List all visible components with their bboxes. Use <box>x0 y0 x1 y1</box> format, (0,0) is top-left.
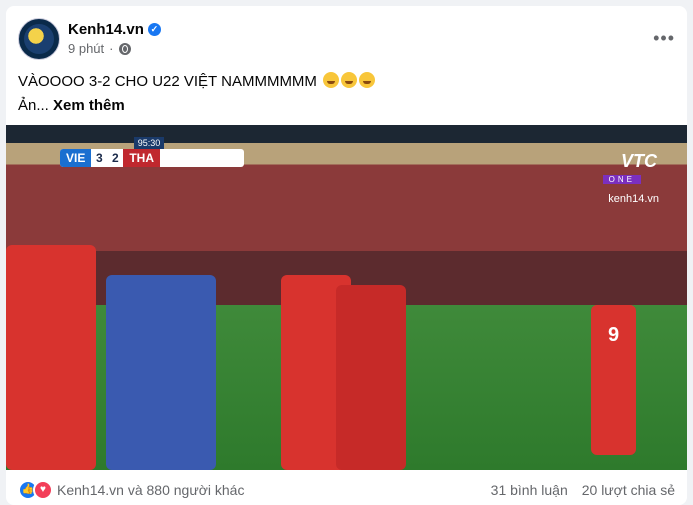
post-photo[interactable]: 95:30 VIE 3 2 THA VTC ONE kenh14.vn 9 <box>6 125 687 470</box>
verified-icon: ✓ <box>147 23 161 36</box>
emoji-icon <box>323 72 340 88</box>
post-message: VÀOOOO 3-2 CHO U22 VIỆT NAMMMMMM <box>18 73 317 90</box>
avatar-logo <box>24 24 54 54</box>
shares-count[interactable]: 20 lượt chia sẻ <box>582 482 675 498</box>
globe-icon <box>118 42 131 55</box>
reactions[interactable]: 👍 ♥ Kenh14.vn và 880 người khác <box>18 480 244 500</box>
away-score: 2 <box>107 151 124 165</box>
page-avatar[interactable] <box>18 18 60 60</box>
post-meta: 9 phút · <box>68 41 131 56</box>
match-clock: 95:30 <box>134 137 164 149</box>
home-team: VIE <box>60 149 92 167</box>
home-score: 3 <box>91 151 108 165</box>
channel-logo-sub: ONE <box>602 175 641 184</box>
see-more-link[interactable]: Xem thêm <box>53 97 125 114</box>
post-card: Kenh14.vn ✓ 9 phút · ••• VÀOOOO 3-2 CHO … <box>6 6 687 505</box>
post-time[interactable]: 9 phút <box>68 41 104 56</box>
emoji-icon <box>359 72 376 88</box>
emoji-icon <box>341 72 358 88</box>
scoreboard: VIE 3 2 THA <box>60 149 244 167</box>
post-text: VÀOOOO 3-2 CHO U22 VIỆT NAMMMMMM Ản... X… <box>18 70 675 118</box>
post-message-cont: Ản... <box>18 97 49 114</box>
page-name[interactable]: Kenh14.vn <box>68 21 144 38</box>
comments-count[interactable]: 31 bình luận <box>491 482 568 498</box>
post-header: Kenh14.vn ✓ 9 phút · ••• <box>18 18 675 62</box>
reactions-count[interactable]: Kenh14.vn và 880 người khác <box>57 482 244 498</box>
love-icon: ♥ <box>33 480 53 500</box>
channel-logo: VTC <box>621 151 657 171</box>
player-figure: 9 <box>591 305 636 455</box>
watermark: kenh14.vn <box>608 193 659 205</box>
shirt-number: 9 <box>607 324 620 346</box>
away-team: THA <box>123 149 161 167</box>
post-footer: 👍 ♥ Kenh14.vn và 880 người khác 31 bình … <box>18 479 675 501</box>
player-figure <box>106 275 216 470</box>
page-name-link[interactable]: Kenh14.vn ✓ <box>68 21 161 38</box>
player-figure <box>6 245 96 470</box>
more-icon[interactable]: ••• <box>653 28 675 49</box>
player-figure <box>336 285 406 470</box>
